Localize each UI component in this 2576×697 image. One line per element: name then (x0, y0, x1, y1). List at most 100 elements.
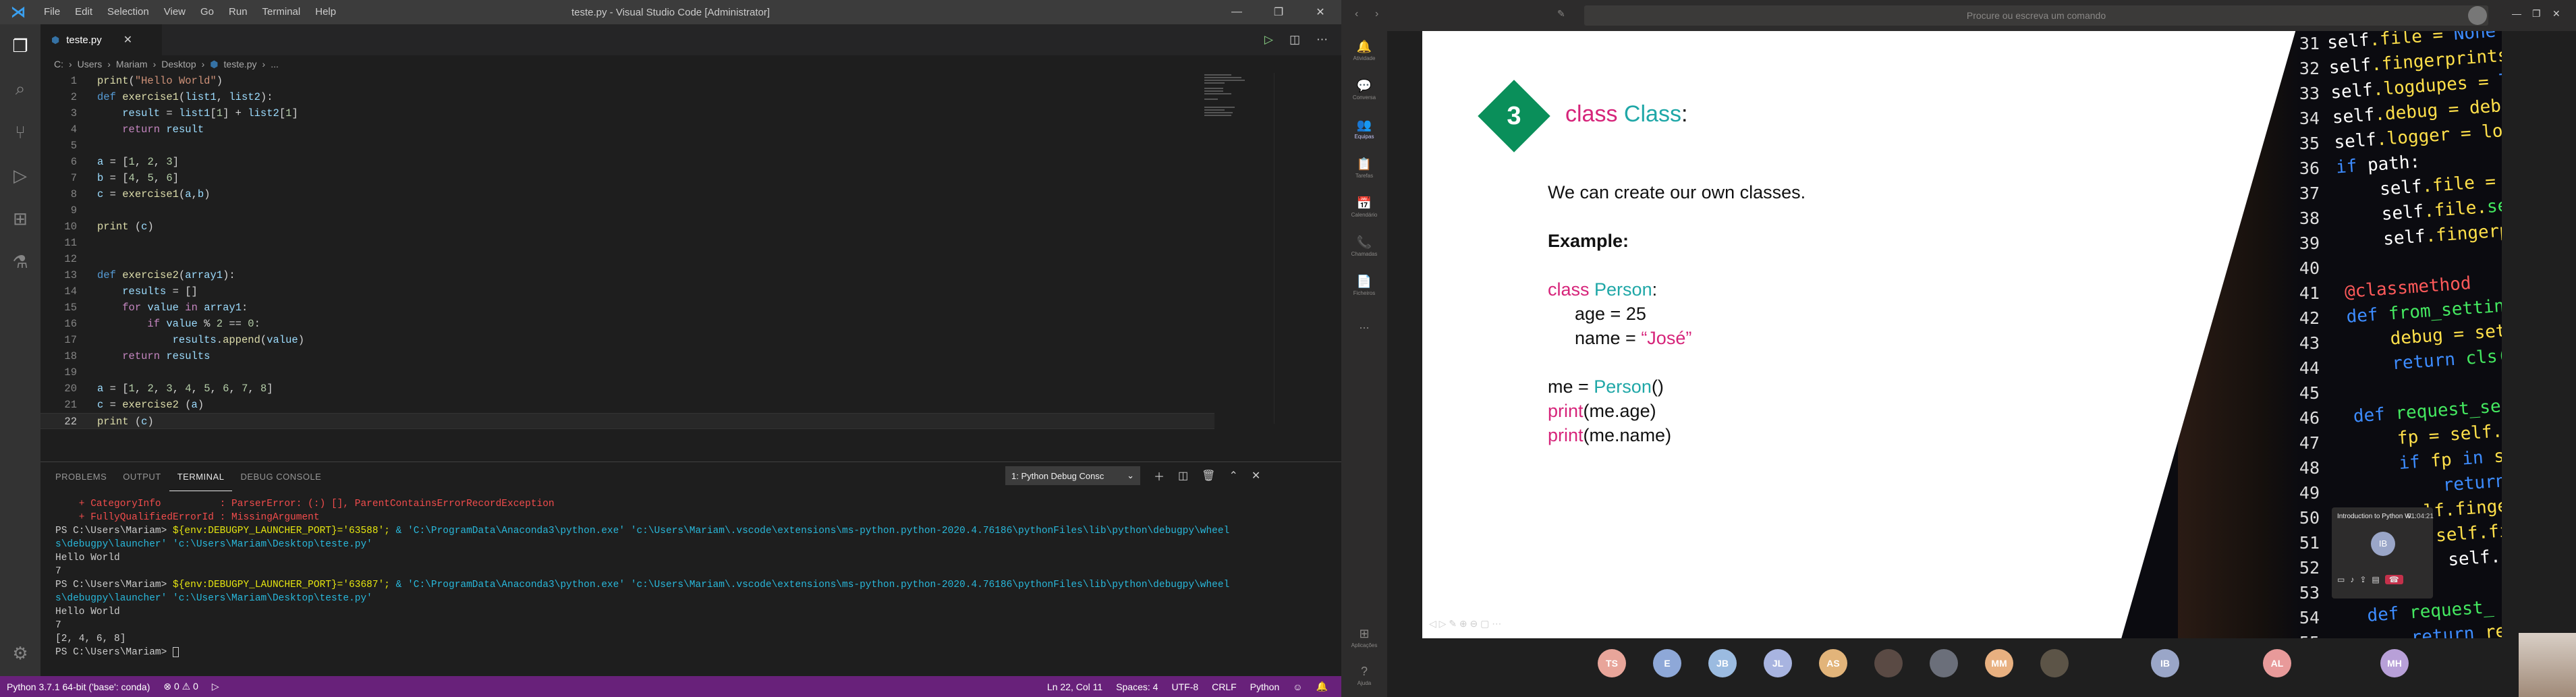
code-line[interactable]: 8 c = exercise1(a,b) (40, 186, 1214, 202)
problems-count[interactable]: ⊗ 0 ⚠ 0 (157, 681, 205, 692)
python-interpreter[interactable]: Python 3.7.1 64-bit ('base': conda) (0, 681, 157, 692)
chat-icon[interactable]: ▤ (2372, 575, 2379, 584)
testing-icon[interactable]: ⚗ (0, 240, 40, 283)
code-line[interactable]: 12 (40, 251, 1214, 267)
rail-assignments[interactable]: 📋 Tarefas (1341, 148, 1387, 188)
participant-avatar[interactable]: MM (1985, 649, 2013, 677)
menu-view[interactable]: View (157, 0, 193, 24)
editor-scrollbar[interactable] (1274, 73, 1283, 424)
run-icon[interactable]: ▷ (205, 681, 226, 692)
rail-calendar[interactable]: 📅 Calendário (1341, 188, 1387, 227)
rail-apps[interactable]: ⊞ Aplicações (1341, 618, 1387, 657)
restore-icon[interactable]: ❐ (2532, 8, 2541, 20)
explorer-icon[interactable]: ❐ (0, 24, 40, 67)
code-line[interactable]: 1 print("Hello World") (40, 73, 1214, 89)
close-panel-icon[interactable]: ✕ (1252, 469, 1260, 482)
teams-search-input[interactable]: Procure ou escreva um comando (1584, 5, 2488, 26)
tab-terminal[interactable]: TERMINAL (169, 464, 233, 491)
code-line[interactable]: 16 if value % 2 == 0: (40, 316, 1214, 332)
menu-edit[interactable]: Edit (67, 0, 100, 24)
rail-chat[interactable]: 💬 Conversa (1341, 70, 1387, 109)
notifications-icon[interactable]: 🔔 (1310, 681, 1335, 692)
share-icon[interactable]: ⇪ (2359, 575, 2366, 584)
rail-calls[interactable]: 📞 Chamadas (1341, 227, 1387, 266)
menu-terminal[interactable]: Terminal (255, 0, 308, 24)
menu-go[interactable]: Go (193, 0, 221, 24)
participant-avatar[interactable] (1930, 649, 1958, 677)
breadcrumb-item[interactable]: Desktop (161, 59, 196, 69)
extensions-icon[interactable]: ⊞ (0, 197, 40, 240)
code-line[interactable]: 20 a = [1, 2, 3, 4, 5, 6, 7, 8] (40, 381, 1214, 397)
trash-icon[interactable]: 🗑 (1202, 469, 1215, 482)
code-line[interactable]: 7 b = [4, 5, 6] (40, 170, 1214, 186)
rail-activity[interactable]: 🔔 Atividade (1341, 31, 1387, 70)
code-line[interactable]: 5 (40, 138, 1214, 154)
close-icon[interactable]: ✕ (2552, 8, 2560, 20)
code-line[interactable]: 11 (40, 235, 1214, 251)
encoding[interactable]: UTF-8 (1165, 681, 1205, 692)
language-mode[interactable]: Python (1243, 681, 1287, 692)
minimap[interactable] (1204, 73, 1265, 134)
maximize-panel-icon[interactable]: ⌃ (1229, 469, 1237, 482)
participant-avatar[interactable] (2040, 649, 2069, 677)
participant-avatar[interactable]: E (1653, 649, 1681, 677)
profile-avatar[interactable] (2468, 6, 2487, 25)
code-line[interactable]: 2 def exercise1(list1, list2): (40, 89, 1214, 105)
rail-files[interactable]: 📄 Ficheiros (1341, 266, 1387, 305)
feedback-icon[interactable]: ☺ (1286, 681, 1309, 692)
tab-close-icon[interactable]: ✕ (123, 33, 132, 47)
camera-icon[interactable]: ▭ (2337, 575, 2345, 584)
split-editor-icon[interactable]: ◫ (1289, 33, 1300, 47)
menu-run[interactable]: Run (221, 0, 255, 24)
code-line[interactable]: 22 print (c) (40, 413, 1214, 429)
compose-icon[interactable]: ✎ (1557, 8, 1565, 20)
minimize-icon[interactable]: — (2512, 8, 2521, 19)
menu-file[interactable]: File (36, 0, 67, 24)
restore-icon[interactable]: ❐ (1258, 0, 1299, 24)
meeting-mini-window[interactable]: Introduction to Python W... 01:04:21 IB … (2332, 507, 2434, 598)
terminal-select[interactable]: 1: Python Debug Consc ⌄ (1005, 466, 1140, 485)
more-actions-icon[interactable]: ⋯ (1316, 33, 1328, 47)
menu-selection[interactable]: Selection (100, 0, 157, 24)
settings-gear-icon[interactable]: ⚙ (0, 632, 40, 675)
breadcrumb-item[interactable]: teste.py (224, 59, 257, 69)
participant-avatar[interactable]: TS (1598, 649, 1626, 677)
forward-icon[interactable]: › (1375, 8, 1378, 20)
mic-icon[interactable]: ♪ (2350, 575, 2354, 584)
code-line[interactable]: 13 def exercise2(array1): (40, 267, 1214, 283)
tab-debug-console[interactable]: DEBUG CONSOLE (232, 462, 329, 492)
tab-problems[interactable]: PROBLEMS (47, 462, 115, 492)
hangup-icon[interactable]: ☎ (2384, 575, 2403, 584)
run-debug-icon[interactable]: ▷ (0, 154, 40, 197)
terminal-output[interactable]: + CategoryInfo : ParserError: (:) [], Pa… (55, 497, 1324, 659)
participant-avatar[interactable]: MH (2380, 649, 2409, 677)
code-line[interactable]: 3 result = list1[1] + list2[1] (40, 105, 1214, 121)
code-line[interactable]: 6 a = [1, 2, 3] (40, 154, 1214, 170)
tab-output[interactable]: OUTPUT (115, 462, 169, 492)
breadcrumb-item[interactable]: C: (54, 59, 63, 69)
source-control-icon[interactable]: ⑂ (0, 111, 40, 154)
participant-avatar[interactable] (1874, 649, 1903, 677)
breadcrumb-item[interactable]: Users (78, 59, 103, 69)
split-terminal-icon[interactable]: ◫ (1178, 469, 1188, 482)
code-line[interactable]: 4 return result (40, 121, 1214, 138)
code-line[interactable]: 14 results = [] (40, 283, 1214, 300)
slide-controls[interactable]: ◁ ▷ ✎ ⊕ ⊖ ▢ ⋯ (1429, 618, 1501, 630)
participant-avatar[interactable]: JB (1708, 649, 1737, 677)
code-line[interactable]: 19 (40, 364, 1214, 381)
code-editor[interactable]: 1 print("Hello World") 2 def exercise1(list… (40, 73, 1214, 429)
code-line[interactable]: 21 c = exercise2 (a) (40, 397, 1214, 413)
participant-avatar[interactable]: AS (1819, 649, 1847, 677)
code-line[interactable]: 10 print (c) (40, 219, 1214, 235)
minimize-icon[interactable]: — (1216, 0, 1258, 24)
line-ending[interactable]: CRLF (1205, 681, 1243, 692)
back-icon[interactable]: ‹ (1355, 8, 1358, 20)
code-line[interactable]: 17 results.append(value) (40, 332, 1214, 348)
cursor-position[interactable]: Ln 22, Col 11 (1040, 681, 1109, 692)
rail-teams[interactable]: 👥 Equipas (1341, 109, 1387, 148)
breadcrumb-item[interactable]: Mariam (116, 59, 148, 69)
close-icon[interactable]: ✕ (1299, 0, 1341, 24)
search-icon[interactable]: ⌕ (0, 67, 40, 111)
code-line[interactable]: 9 (40, 202, 1214, 219)
rail-more[interactable]: ... (1341, 305, 1387, 344)
